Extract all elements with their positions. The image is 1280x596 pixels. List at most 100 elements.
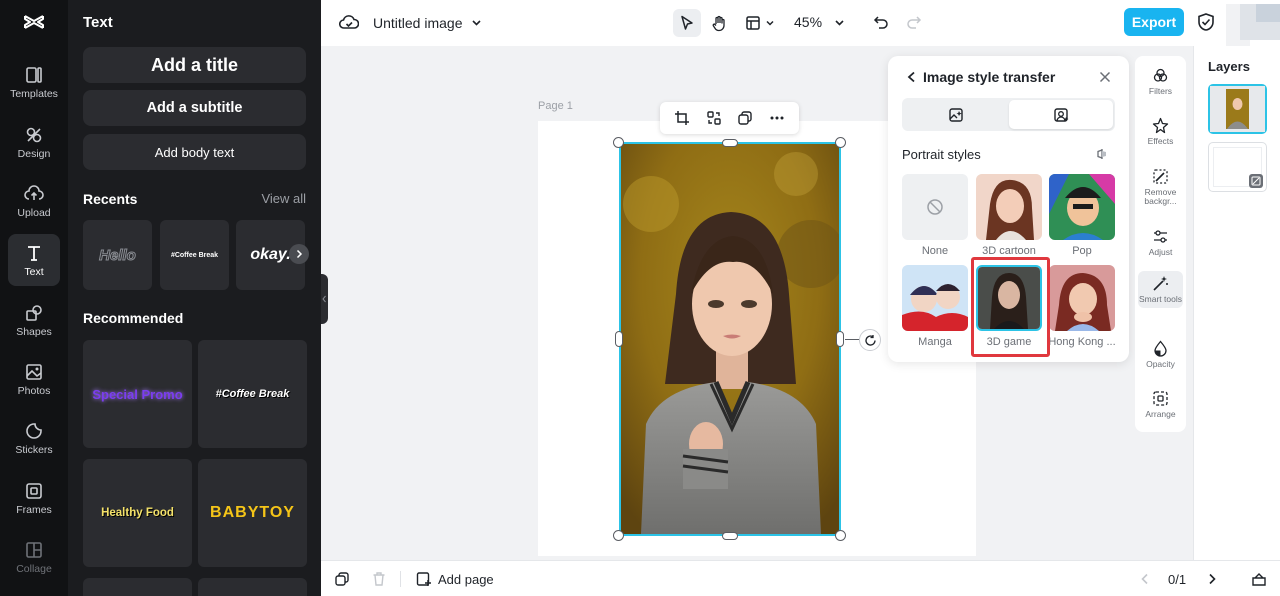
resize-handle-bottom-left[interactable]	[613, 530, 624, 541]
adjust-icon	[1154, 230, 1167, 243]
resize-handle-bottom-right[interactable]	[835, 530, 846, 541]
rotate-icon	[864, 334, 876, 346]
pages-panel-icon[interactable]	[1251, 571, 1267, 587]
trash-icon[interactable]	[371, 571, 387, 587]
layer-item-portrait[interactable]	[1208, 84, 1267, 134]
avatar[interactable]	[1226, 4, 1280, 46]
tool-opacity[interactable]: Opacity	[1138, 340, 1183, 369]
duplicate-page-icon[interactable]	[334, 571, 350, 587]
style-option-manga[interactable]	[902, 265, 968, 331]
recommended-label: BABYTOY	[210, 504, 295, 521]
page-label: Page 1	[538, 100, 573, 112]
stickers-icon	[26, 422, 42, 439]
layer-item-background[interactable]	[1208, 142, 1267, 192]
rail-item-photos[interactable]: Photos	[8, 353, 60, 405]
recommended-coffee-break[interactable]: #Coffee Break	[198, 340, 307, 448]
export-button[interactable]: Export	[1124, 8, 1184, 36]
style-option-pop[interactable]	[1049, 174, 1115, 240]
rail-label: Design	[17, 147, 51, 160]
recommended-item[interactable]	[198, 578, 307, 596]
style-option-hong-kong[interactable]	[1049, 265, 1115, 331]
hand-tool-button[interactable]	[705, 9, 733, 37]
more-icon[interactable]	[769, 110, 785, 126]
chevron-down-icon[interactable]	[834, 17, 845, 28]
recent-text-hello[interactable]: Hello	[83, 220, 152, 290]
rail-item-design[interactable]: Design	[8, 116, 60, 168]
resize-handle-left[interactable]	[615, 331, 623, 347]
tool-label: Effects	[1147, 136, 1174, 146]
resize-handle-bottom[interactable]	[722, 532, 738, 540]
hand-icon	[712, 15, 725, 31]
chevron-down-icon[interactable]	[471, 17, 482, 28]
add-subtitle-button[interactable]: Add a subtitle	[83, 90, 306, 126]
resize-handle-top-left[interactable]	[613, 137, 624, 148]
tool-label: Opacity	[1146, 359, 1175, 369]
rail-item-stickers[interactable]: Stickers	[8, 412, 60, 464]
next-page-icon[interactable]	[1206, 573, 1218, 585]
tool-label: Arrange	[1145, 409, 1176, 419]
add-body-text-button[interactable]: Add body text	[83, 134, 306, 170]
style-label: Hong Kong ...	[1048, 336, 1116, 348]
duplicate-icon[interactable]	[737, 110, 753, 126]
rail-label: Text	[24, 265, 44, 278]
recommended-special-promo[interactable]: Special Promo	[83, 340, 192, 448]
add-title-button[interactable]: Add a title	[83, 47, 306, 83]
recommended-item[interactable]	[83, 578, 192, 596]
tool-adjust[interactable]: Adjust	[1138, 228, 1183, 257]
rail-item-shapes[interactable]: Shapes	[8, 294, 60, 346]
view-all-link[interactable]: View all	[261, 191, 306, 206]
manga-thumbnail	[902, 265, 968, 331]
recent-text-coffee-break[interactable]: #Coffee Break	[160, 220, 229, 290]
tool-arrange[interactable]: Arrange	[1138, 390, 1183, 419]
add-page-button[interactable]: Add page	[416, 571, 494, 587]
section-title: Portrait styles	[902, 147, 981, 162]
rail-item-frames[interactable]: Frames	[8, 472, 60, 524]
tab-portrait-style[interactable]	[1009, 100, 1113, 129]
replace-icon[interactable]	[706, 110, 722, 126]
panel-collapse-handle[interactable]	[321, 274, 328, 324]
tool-remove-background[interactable]: Remove backgr...	[1138, 168, 1183, 206]
rail-item-text[interactable]: Text	[8, 234, 60, 286]
resize-handle-top-right[interactable]	[835, 137, 846, 148]
smart-tools-icon	[1153, 276, 1168, 291]
recommended-healthy-food[interactable]: Healthy Food	[83, 459, 192, 567]
crop-icon[interactable]	[674, 110, 690, 126]
rail-item-upload[interactable]: Upload	[8, 175, 60, 227]
layout-tool-button[interactable]	[741, 9, 779, 37]
zoom-level[interactable]: 45%	[794, 14, 822, 30]
design-icon	[26, 127, 42, 142]
add-page-icon	[416, 572, 431, 586]
style-option-none[interactable]	[902, 174, 968, 240]
property-toolbar: Filters Effects Remove backgr... Adjust …	[1135, 56, 1186, 432]
text-panel: Text Add a title Add a subtitle Add body…	[68, 0, 321, 596]
back-icon[interactable]	[906, 71, 918, 83]
rail-item-collage[interactable]: Collage	[8, 531, 60, 583]
capcut-logo[interactable]	[22, 10, 46, 34]
style-option-3d-cartoon[interactable]	[976, 174, 1042, 240]
tool-filters[interactable]: Filters	[1138, 67, 1183, 96]
shield-icon[interactable]	[1197, 12, 1215, 32]
document-title[interactable]: Untitled image	[373, 15, 463, 31]
rotate-handle[interactable]	[859, 329, 881, 351]
compare-icon[interactable]	[1096, 148, 1108, 160]
resize-handle-right[interactable]	[836, 331, 844, 347]
redo-icon[interactable]	[906, 14, 922, 30]
recents-next-button[interactable]	[289, 244, 309, 264]
tab-image-style[interactable]	[904, 100, 1008, 129]
recommended-label: Healthy Food	[101, 507, 174, 519]
previous-page-icon[interactable]	[1139, 573, 1151, 585]
tool-smart-tools[interactable]: Smart tools	[1138, 271, 1183, 308]
recent-text-label: okay.	[250, 246, 291, 263]
select-tool-button[interactable]	[673, 9, 701, 37]
tool-effects[interactable]: Effects	[1138, 117, 1183, 146]
undo-icon[interactable]	[873, 14, 889, 30]
layer-thumbnail	[1210, 86, 1265, 132]
resize-handle-top[interactable]	[722, 139, 738, 147]
chevron-down-icon	[766, 20, 774, 26]
selected-portrait-image[interactable]	[619, 142, 841, 536]
close-icon[interactable]	[1099, 71, 1111, 83]
rail-item-templates[interactable]: Templates	[8, 56, 60, 108]
recommended-babytoy[interactable]: BABYTOY	[198, 459, 307, 567]
separator	[400, 571, 401, 587]
cloud-save-icon[interactable]	[339, 13, 359, 31]
